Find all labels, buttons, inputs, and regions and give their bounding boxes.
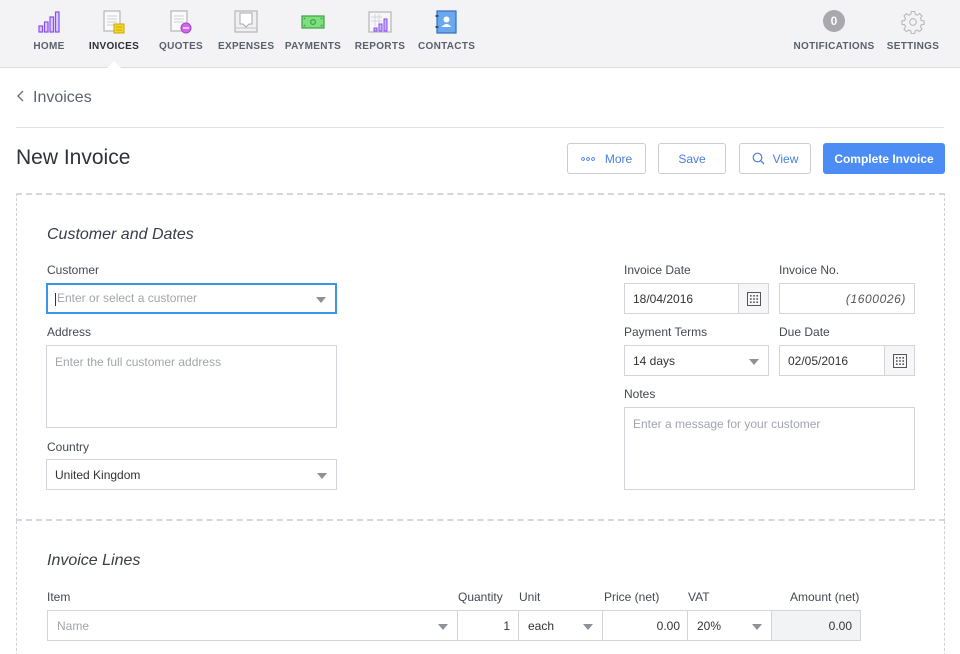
- text-cursor: [55, 292, 56, 306]
- payment-terms-select[interactable]: 14 days: [624, 345, 769, 376]
- more-button[interactable]: More: [567, 143, 646, 174]
- nav-item-quotes[interactable]: QUOTES: [155, 0, 207, 68]
- divider: [16, 127, 944, 128]
- notes-label: Notes: [624, 387, 656, 401]
- item-name-input[interactable]: Name: [47, 610, 458, 641]
- column-header-quantity: Quantity: [458, 590, 503, 604]
- nav-item-expenses[interactable]: EXPENSES: [218, 0, 274, 68]
- contact-icon: [434, 10, 458, 34]
- nav-label: CONTACTS: [418, 41, 476, 52]
- notes-textarea[interactable]: Enter a message for your customer: [624, 407, 915, 490]
- nav-item-payments[interactable]: PAYMENTS: [284, 0, 342, 68]
- chevron-down-icon: [752, 623, 762, 630]
- complete-invoice-label: Complete Invoice: [834, 151, 934, 166]
- report-icon: [368, 10, 392, 34]
- column-header-item: Item: [47, 590, 71, 604]
- address-label: Address: [47, 325, 92, 339]
- nav-item-settings[interactable]: SETTINGS: [885, 0, 941, 68]
- chevron-down-icon[interactable]: [316, 296, 326, 303]
- price-value: 0.00: [656, 618, 680, 633]
- customer-placeholder: Enter or select a customer: [57, 291, 198, 306]
- complete-invoice-button[interactable]: Complete Invoice: [823, 143, 945, 174]
- section-title: Invoice Lines: [47, 552, 141, 569]
- column-header-price: Price (net): [604, 590, 660, 604]
- nav-label: SETTINGS: [886, 41, 940, 52]
- expense-icon: [234, 10, 258, 34]
- nav-item-notifications[interactable]: 0 NOTIFICATIONS: [793, 0, 875, 68]
- chevron-down-icon: [583, 623, 593, 630]
- home-bars-icon: [37, 10, 61, 34]
- calendar-icon: [746, 291, 761, 306]
- save-button[interactable]: Save: [658, 143, 726, 174]
- chevron-down-icon: [317, 472, 327, 479]
- customer-input[interactable]: Enter or select a customer: [46, 283, 337, 314]
- price-input[interactable]: 0.00: [602, 610, 688, 641]
- nav-label: HOME: [33, 41, 65, 52]
- search-icon: [752, 152, 765, 165]
- back-to-invoices-link[interactable]: Invoices: [16, 88, 92, 108]
- quote-icon: [169, 10, 193, 34]
- column-header-unit: Unit: [519, 590, 541, 604]
- column-header-vat: VAT: [688, 590, 710, 604]
- country-value: United Kingdom: [55, 467, 141, 482]
- nav-label: REPORTS: [354, 41, 406, 52]
- country-select[interactable]: United Kingdom: [46, 459, 337, 490]
- due-date-input[interactable]: 02/05/2016: [779, 345, 915, 376]
- more-label: More: [604, 151, 633, 166]
- chevron-left-icon: [16, 88, 24, 108]
- invoice-date-input[interactable]: 18/04/2016: [624, 283, 769, 314]
- vat-select[interactable]: 20%: [687, 610, 772, 641]
- invoice-number-label: Invoice No.: [779, 263, 840, 277]
- payment-terms-value: 14 days: [633, 353, 676, 368]
- nav-label: QUOTES: [158, 41, 204, 52]
- view-label: View: [772, 151, 799, 166]
- nav-label: PAYMENTS: [284, 41, 342, 52]
- page-title: New Invoice: [16, 146, 131, 169]
- chevron-down-icon: [749, 358, 759, 365]
- invoice-icon: [102, 10, 126, 34]
- unit-value: each: [528, 618, 555, 633]
- calendar-button[interactable]: [738, 284, 768, 313]
- nav-item-home[interactable]: HOME: [24, 0, 74, 68]
- notes-placeholder: Enter a message for your customer: [633, 417, 821, 431]
- chevron-down-icon: [438, 623, 448, 630]
- invoice-date-label: Invoice Date: [624, 263, 691, 277]
- ellipsis-icon: [580, 156, 595, 161]
- address-textarea[interactable]: Enter the full customer address: [46, 345, 337, 428]
- amount-value-cell: 0.00: [771, 610, 861, 641]
- nav-item-contacts[interactable]: CONTACTS: [418, 0, 476, 68]
- quantity-value: 1: [503, 618, 510, 633]
- section-title: Customer and Dates: [47, 226, 194, 243]
- invoice-number-value: (1600026): [845, 291, 906, 306]
- nav-item-reports[interactable]: REPORTS: [354, 0, 406, 68]
- column-header-amount: Amount (net): [790, 590, 860, 604]
- invoice-number-input[interactable]: (1600026): [779, 283, 915, 314]
- nav-label: NOTIFICATIONS: [793, 41, 875, 52]
- breadcrumb-label: Invoices: [33, 89, 92, 106]
- country-label: Country: [47, 440, 90, 454]
- item-placeholder: Name: [57, 618, 90, 633]
- nav-label: INVOICES: [88, 41, 140, 52]
- calendar-icon: [892, 353, 907, 368]
- payment-terms-label: Payment Terms: [624, 325, 708, 339]
- address-placeholder: Enter the full customer address: [55, 355, 222, 369]
- save-label: Save: [678, 151, 706, 166]
- top-navigation: HOME INVOICES QUOTES EXPENSES PAYMENTS R…: [0, 0, 960, 69]
- nav-label: EXPENSES: [218, 41, 275, 52]
- due-date-label: Due Date: [779, 325, 830, 339]
- customer-label: Customer: [47, 263, 100, 277]
- calendar-button[interactable]: [884, 346, 914, 375]
- amount-value: 0.00: [828, 618, 852, 633]
- vat-value: 20%: [697, 618, 722, 633]
- view-button[interactable]: View: [739, 143, 811, 174]
- payment-icon: [301, 10, 325, 34]
- gear-icon: [901, 10, 925, 35]
- unit-select[interactable]: each: [518, 610, 603, 641]
- quantity-input[interactable]: 1: [457, 610, 519, 641]
- nav-item-invoices[interactable]: INVOICES: [86, 0, 142, 69]
- notification-count-badge: 0: [823, 10, 845, 32]
